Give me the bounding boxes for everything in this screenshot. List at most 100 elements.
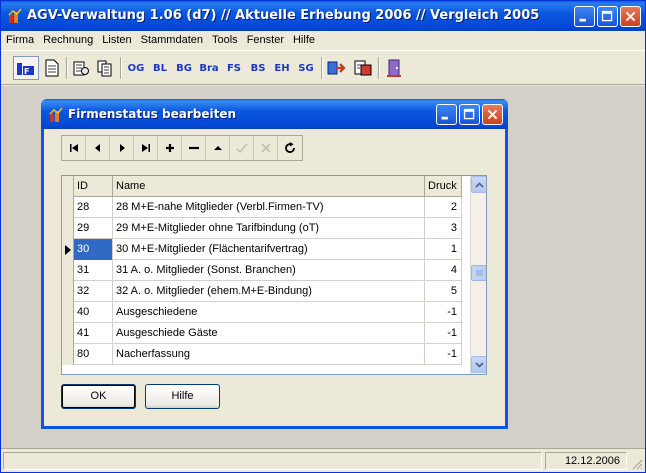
grid-vertical-scrollbar[interactable] bbox=[470, 176, 486, 374]
cell-druck[interactable]: 2 bbox=[425, 197, 462, 218]
dialog-maximize-button[interactable] bbox=[459, 104, 480, 125]
export-arrow-icon bbox=[327, 61, 346, 75]
column-header-id[interactable]: ID bbox=[74, 176, 113, 197]
edit-up-icon bbox=[213, 146, 222, 150]
toolbar-bs-button[interactable]: BS bbox=[247, 56, 269, 80]
toolbar-firma-button[interactable]: F bbox=[13, 56, 39, 80]
app-icon bbox=[8, 8, 22, 23]
status-date: 12.12.2006 bbox=[545, 452, 627, 470]
cell-id[interactable]: 41 bbox=[74, 323, 113, 344]
report-icon bbox=[73, 61, 89, 76]
nav-next-button[interactable] bbox=[110, 136, 134, 160]
cell-name[interactable]: 32 A. o. Mitglieder (ehem.M+E-Bindung) bbox=[113, 281, 425, 302]
menu-listen[interactable]: Listen bbox=[97, 31, 135, 49]
dialog-close-button[interactable] bbox=[482, 104, 503, 125]
cell-name[interactable]: 30 M+E-Mitglieder (Flächentarifvertrag) bbox=[113, 239, 425, 260]
cell-name[interactable]: Ausgeschiede Gäste bbox=[113, 323, 425, 344]
scroll-thumb[interactable] bbox=[471, 265, 486, 281]
next-record-icon bbox=[119, 144, 125, 152]
menu-firma[interactable]: Firma bbox=[1, 31, 38, 49]
cell-druck[interactable]: -1 bbox=[425, 323, 462, 344]
cancel-x-icon bbox=[260, 143, 271, 153]
menu-fenster[interactable]: Fenster bbox=[242, 31, 288, 49]
nav-edit-button[interactable] bbox=[206, 136, 230, 160]
toolbar-document-button[interactable] bbox=[41, 56, 63, 80]
cell-name[interactable]: 29 M+E-Mitglieder ohne Tarifbindung (oT) bbox=[113, 218, 425, 239]
dialog-title: Firmenstatus bearbeiten bbox=[68, 107, 236, 121]
toolbar-copy-button[interactable] bbox=[94, 56, 116, 80]
firmenstatus-grid[interactable]: ID Name Druck 28 28 M+E-nahe Mitglieder … bbox=[61, 175, 487, 375]
table-row[interactable]: 32 32 A. o. Mitglieder (ehem.M+E-Bindung… bbox=[62, 281, 462, 302]
menu-hilfe[interactable]: Hilfe bbox=[288, 31, 319, 49]
toolbar-bra-button[interactable]: Bra bbox=[197, 56, 221, 80]
table-row[interactable]: 29 29 M+E-Mitglieder ohne Tarifbindung (… bbox=[62, 218, 462, 239]
nav-last-button[interactable] bbox=[134, 136, 158, 160]
toolbar-exit-button[interactable] bbox=[382, 56, 406, 80]
first-record-icon bbox=[69, 144, 78, 152]
toolbar-sg-button[interactable]: SG bbox=[295, 56, 317, 80]
cell-id[interactable]: 31 bbox=[74, 260, 113, 281]
cell-name[interactable]: Nacherfassung bbox=[113, 344, 425, 365]
close-button[interactable] bbox=[620, 6, 641, 27]
help-button[interactable]: Hilfe bbox=[145, 384, 220, 409]
cell-druck[interactable]: -1 bbox=[425, 302, 462, 323]
nav-prior-button[interactable] bbox=[86, 136, 110, 160]
maximize-icon bbox=[463, 108, 475, 120]
ok-button[interactable]: OK bbox=[61, 384, 136, 409]
scroll-down-button[interactable] bbox=[471, 356, 486, 373]
cell-id[interactable]: 28 bbox=[74, 197, 113, 218]
table-row[interactable]: 28 28 M+E-nahe Mitglieder (Verbl.Firmen-… bbox=[62, 197, 462, 218]
record-navigator bbox=[61, 135, 303, 161]
menu-stammdaten[interactable]: Stammdaten bbox=[136, 31, 207, 49]
toolbar-bl-button[interactable]: BL bbox=[149, 56, 171, 80]
cell-druck[interactable]: -1 bbox=[425, 344, 462, 365]
toolbar-import-button[interactable] bbox=[351, 56, 375, 80]
cell-id[interactable]: 30 bbox=[74, 239, 113, 260]
table-row[interactable]: 41 Ausgeschiede Gäste -1 bbox=[62, 323, 462, 344]
dialog-minimize-button[interactable] bbox=[436, 104, 457, 125]
table-row-selected[interactable]: 30 30 M+E-Mitglieder (Flächentarifvertra… bbox=[62, 239, 462, 260]
cell-id[interactable]: 40 bbox=[74, 302, 113, 323]
row-indicator bbox=[62, 281, 74, 302]
cell-id[interactable]: 29 bbox=[74, 218, 113, 239]
grip-icon bbox=[476, 270, 483, 276]
table-row[interactable]: 80 Nacherfassung -1 bbox=[62, 344, 462, 365]
checkmark-icon bbox=[235, 143, 248, 154]
menu-rechnung[interactable]: Rechnung bbox=[38, 31, 97, 49]
cell-name[interactable]: 28 M+E-nahe Mitglieder (Verbl.Firmen-TV) bbox=[113, 197, 425, 218]
dialog-titlebar[interactable]: Firmenstatus bearbeiten bbox=[41, 99, 508, 129]
document-icon bbox=[45, 59, 59, 77]
scroll-up-button[interactable] bbox=[471, 176, 486, 193]
maximize-button[interactable] bbox=[597, 6, 618, 27]
cell-name[interactable]: Ausgeschiedene bbox=[113, 302, 425, 323]
cell-druck[interactable]: 4 bbox=[425, 260, 462, 281]
cell-name[interactable]: 31 A. o. Mitglieder (Sonst. Branchen) bbox=[113, 260, 425, 281]
menubar: Firma Rechnung Listen Stammdaten Tools F… bbox=[1, 31, 645, 49]
toolbar-fs-button[interactable]: FS bbox=[223, 56, 245, 80]
minimize-button[interactable] bbox=[574, 6, 595, 27]
column-header-name[interactable]: Name bbox=[113, 176, 425, 197]
main-titlebar[interactable]: AGV-Verwaltung 1.06 (d7) // Aktuelle Erh… bbox=[1, 1, 645, 31]
toolbar-export-button[interactable] bbox=[325, 56, 349, 80]
cell-druck[interactable]: 3 bbox=[425, 218, 462, 239]
row-indicator bbox=[62, 323, 74, 344]
toolbar-og-button[interactable]: OG bbox=[125, 56, 147, 80]
nav-refresh-button[interactable] bbox=[278, 136, 302, 160]
toolbar-eh-button[interactable]: EH bbox=[271, 56, 293, 80]
resize-grip-icon[interactable] bbox=[630, 457, 643, 470]
cell-druck[interactable]: 1 bbox=[425, 239, 462, 260]
toolbar-report-button[interactable] bbox=[70, 56, 92, 80]
cell-id[interactable]: 32 bbox=[74, 281, 113, 302]
column-header-druck[interactable]: Druck bbox=[425, 176, 462, 197]
cell-druck[interactable]: 5 bbox=[425, 281, 462, 302]
table-row[interactable]: 31 31 A. o. Mitglieder (Sonst. Branchen)… bbox=[62, 260, 462, 281]
nav-delete-button[interactable] bbox=[182, 136, 206, 160]
nav-first-button[interactable] bbox=[62, 136, 86, 160]
toolbar-bg-button[interactable]: BG bbox=[173, 56, 195, 80]
cell-id[interactable]: 80 bbox=[74, 344, 113, 365]
table-row[interactable]: 40 Ausgeschiedene -1 bbox=[62, 302, 462, 323]
last-record-icon bbox=[141, 144, 150, 152]
nav-post-button bbox=[230, 136, 254, 160]
nav-insert-button[interactable] bbox=[158, 136, 182, 160]
menu-tools[interactable]: Tools bbox=[207, 31, 242, 49]
